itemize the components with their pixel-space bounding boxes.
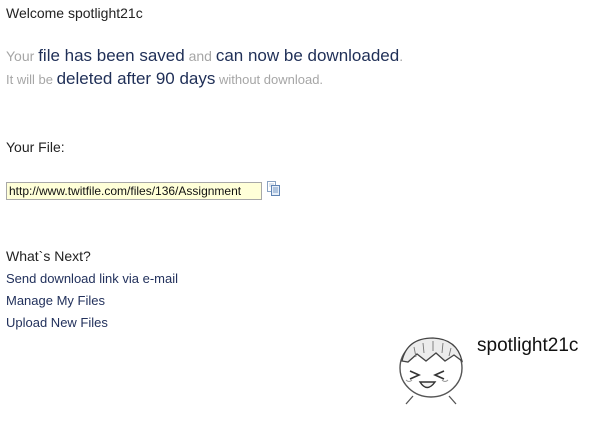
user-avatar-icon [393,330,471,406]
saved-message-part: Your [6,48,39,64]
copy-icon[interactable] [266,180,282,196]
file-link-input[interactable] [6,182,262,200]
cartoon-face-icon [399,337,464,405]
manage-files-link[interactable]: Manage My Files [6,293,105,308]
saved-message-part: . [399,48,404,64]
expiry-message-part: without download. [215,72,324,87]
expiry-message-part: It will be [6,72,57,87]
avatar-username: spotlight21c [477,335,579,356]
expiry-message: It will be deleted after 90 days without… [6,69,323,89]
send-link-email-link[interactable]: Send download link via e-mail [6,271,178,286]
whats-next-heading: What`s Next? [6,248,91,264]
expiry-message-emphasis: deleted after 90 days [56,69,216,88]
your-file-label: Your File: [6,139,65,155]
download-message-emphasis: can now be downloaded [215,46,400,65]
saved-message-emphasis: file has been saved [38,46,185,65]
upload-files-link[interactable]: Upload New Files [6,315,108,330]
saved-message: Your file has been saved and can now be … [6,46,403,66]
saved-message-part: and [184,48,216,64]
welcome-text: Welcome spotlight21c [6,5,143,21]
copy-icon-graphic [267,181,280,196]
